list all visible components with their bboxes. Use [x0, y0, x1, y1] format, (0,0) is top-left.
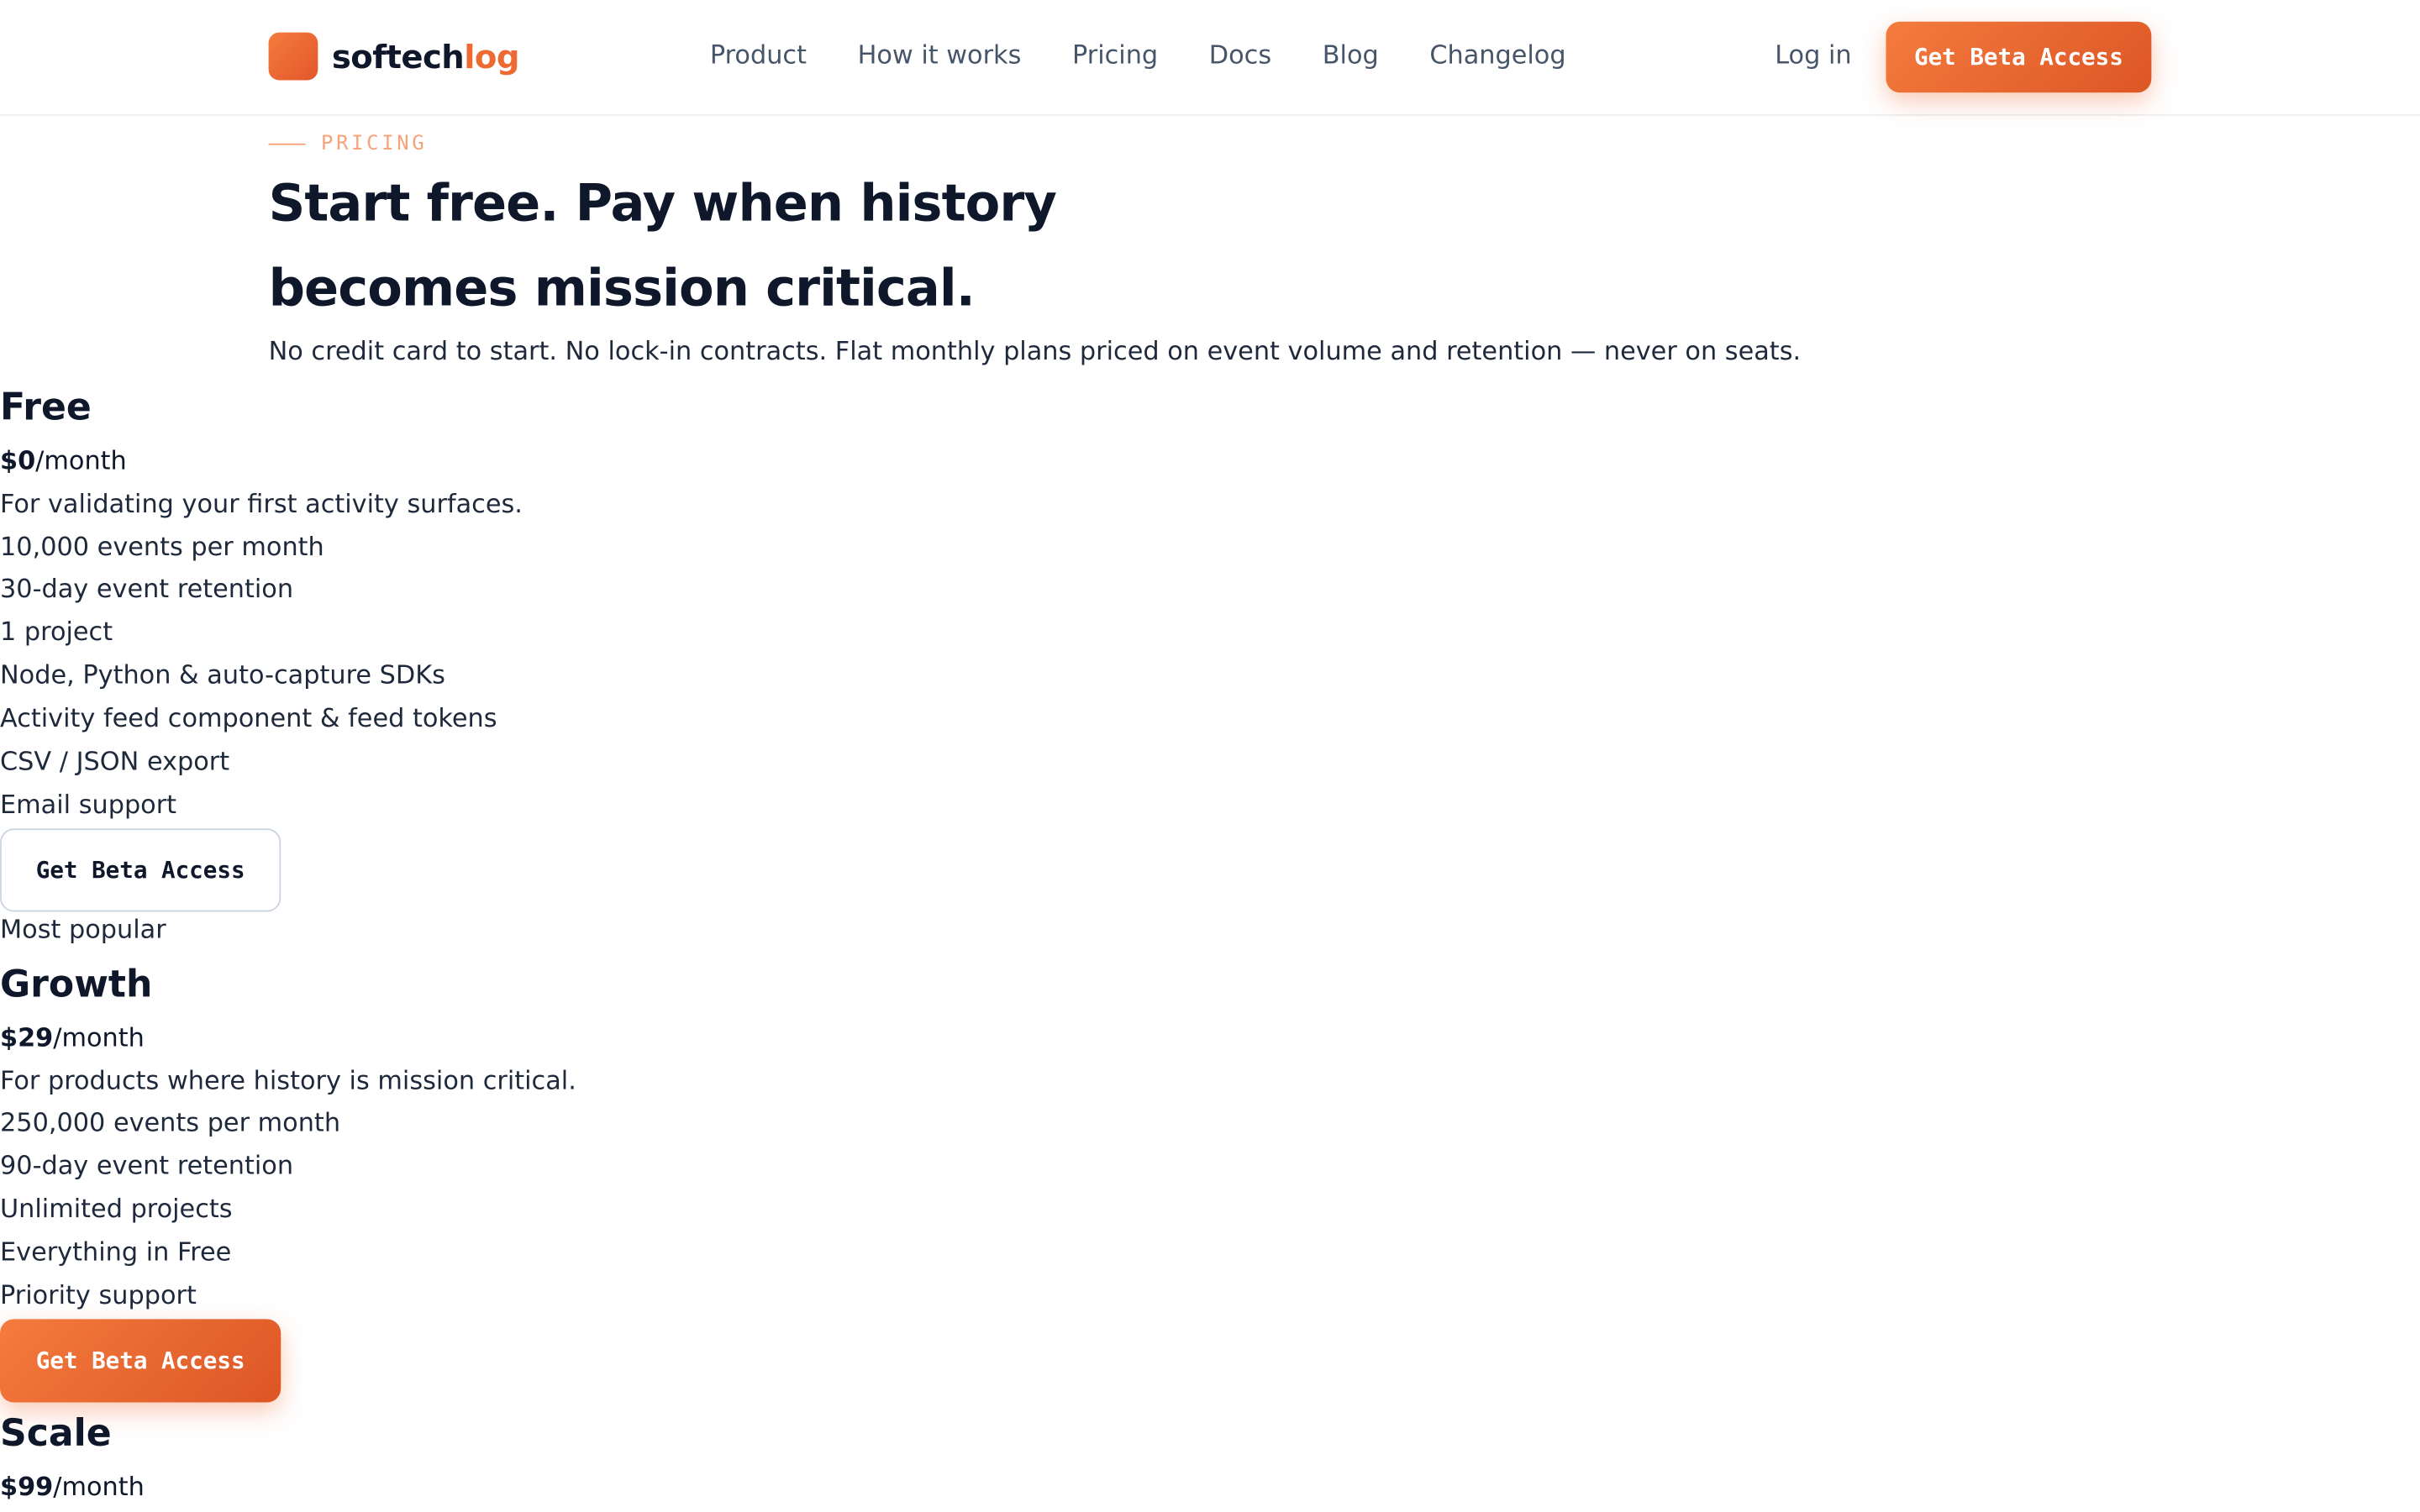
most-popular-badge: Most popular: [0, 915, 166, 945]
plan-feature: 1 project: [0, 617, 113, 647]
plan-feature: 90-day event retention: [0, 1151, 294, 1181]
section-eyebrow: PRICING: [268, 132, 428, 156]
plan-feature: Everything in Free: [0, 1237, 232, 1267]
main-nav: Product How it works Pricing Docs Blog C…: [710, 40, 1617, 70]
plan-name: Free: [0, 386, 92, 429]
free-plan-cta-button[interactable]: Get Beta Access: [0, 828, 281, 912]
plan-feature: 10,000 events per month: [0, 532, 324, 562]
nav-pricing[interactable]: Pricing: [1072, 40, 1158, 70]
plan-feature: 250,000 events per month: [0, 1107, 341, 1137]
logo[interactable]: softechlog: [268, 32, 520, 81]
plan-price: $29/month: [0, 1022, 145, 1053]
plan-feature: 30-day event retention: [0, 574, 294, 604]
nav-docs[interactable]: Docs: [1209, 40, 1271, 70]
plan-description: For validating your first activity surfa…: [0, 489, 523, 519]
plan-feature: Email support: [0, 790, 177, 820]
logo-mark-icon: [268, 32, 318, 81]
header-beta-access-button[interactable]: Get Beta Access: [1886, 21, 2152, 93]
plan-feature: Activity feed component & feed tokens: [0, 703, 497, 733]
logo-text: softechlog: [331, 37, 520, 76]
plan-name: Growth: [0, 963, 153, 1006]
plan-price: $99/month: [0, 1472, 145, 1502]
page-title: Start free. Pay when history becomes mis…: [268, 172, 1057, 318]
eyebrow-label: PRICING: [321, 132, 428, 156]
nav-changelog[interactable]: Changelog: [1429, 40, 1565, 70]
nav-blog[interactable]: Blog: [1323, 40, 1379, 70]
plan-feature: Unlimited projects: [0, 1194, 233, 1224]
site-header: softechlog Product How it works Pricing …: [0, 0, 2420, 116]
plan-description: For products where history is mission cr…: [0, 1066, 576, 1096]
growth-plan-cta-button[interactable]: Get Beta Access: [0, 1319, 281, 1403]
plan-price: $0/month: [0, 445, 127, 475]
eyebrow-divider: [268, 143, 306, 145]
plan-feature: CSV / JSON export: [0, 746, 230, 776]
plan-name: Scale: [0, 1411, 112, 1456]
plan-feature: Node, Python & auto-capture SDKs: [0, 660, 445, 690]
pricing-page: softechlog Product How it works Pricing …: [0, 0, 2420, 1512]
login-link[interactable]: Log in: [1775, 40, 1851, 70]
nav-how-it-works[interactable]: How it works: [858, 40, 1022, 70]
plan-feature: Priority support: [0, 1280, 197, 1310]
page-subtitle: No credit card to start. No lock-in cont…: [268, 336, 1802, 366]
nav-product[interactable]: Product: [710, 40, 807, 70]
